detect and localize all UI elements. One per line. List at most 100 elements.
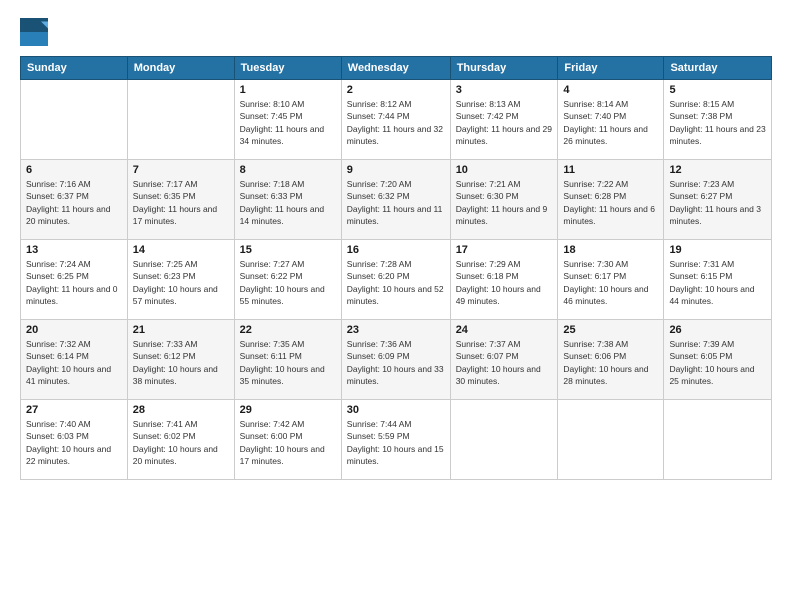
weekday-header-saturday: Saturday [664, 57, 772, 80]
day-cell-5: 5Sunrise: 8:15 AM Sunset: 7:38 PM Daylig… [664, 80, 772, 160]
day-number: 14 [133, 244, 229, 256]
day-cell-22: 22Sunrise: 7:35 AM Sunset: 6:11 PM Dayli… [234, 320, 341, 400]
day-cell-11: 11 Sunrise: 7:22 AM Sunset: 6:28 PM Dayli… [558, 160, 664, 240]
day-info: Sunrise: 8:13 AM Sunset: 7:42 PM Dayligh… [456, 98, 553, 147]
day-number: 27 [26, 404, 122, 416]
empty-cell [21, 80, 128, 160]
day-number: 20 [26, 324, 122, 336]
day-info: Sunrise: 7:42 AM Sunset: 6:00 PM Dayligh… [240, 418, 336, 467]
week-row-5: 27 Sunrise: 7:40 AM Sunset: 6:03 PM Dayli… [21, 400, 772, 480]
day-cell-25: 25 Sunrise: 7:38 AM Sunset: 6:06 PM Dayli… [558, 320, 664, 400]
weekday-header-sunday: Sunday [21, 57, 128, 80]
day-number: 16 [347, 244, 445, 256]
weekday-header-friday: Friday [558, 57, 664, 80]
day-number: 17 [456, 244, 553, 256]
day-cell-15: 15 Sunrise: 7:27 AM Sunset: 6:22 PM Dayli… [234, 240, 341, 320]
day-cell-18: 18 Sunrise: 7:30 AM Sunset: 6:17 PM Dayli… [558, 240, 664, 320]
day-cell-29: 29 Sunrise: 7:42 AM Sunset: 6:00 PM Dayli… [234, 400, 341, 480]
logo-icon [20, 18, 48, 46]
day-info: Sunrise: 7:17 AM Sunset: 6:35 PM Dayligh… [133, 178, 229, 227]
day-info: Sunrise: 7:24 AM Sunset: 6:25 PM Dayligh… [26, 258, 122, 307]
day-number: 13 [26, 244, 122, 256]
day-info: Sunrise: 7:21 AM Sunset: 6:30 PM Dayligh… [456, 178, 553, 227]
day-number: 3 [456, 84, 553, 96]
day-cell-13: 13 Sunrise: 7:24 AM Sunset: 6:25 PM Dayli… [21, 240, 128, 320]
day-info: Sunrise: 7:33 AM Sunset: 6:12 PM Dayligh… [133, 338, 229, 387]
day-number: 26 [669, 324, 766, 336]
weekday-header-wednesday: Wednesday [341, 57, 450, 80]
day-info: Sunrise: 7:22 AM Sunset: 6:28 PM Dayligh… [563, 178, 658, 227]
day-info: Sunrise: 7:28 AM Sunset: 6:20 PM Dayligh… [347, 258, 445, 307]
calendar-page: SundayMondayTuesdayWednesdayThursdayFrid… [0, 0, 792, 612]
day-number: 19 [669, 244, 766, 256]
day-info: Sunrise: 7:39 AM Sunset: 6:05 PM Dayligh… [669, 338, 766, 387]
day-cell-10: 10 Sunrise: 7:21 AM Sunset: 6:30 PM Dayli… [450, 160, 558, 240]
day-cell-28: 28 Sunrise: 7:41 AM Sunset: 6:02 PM Dayli… [127, 400, 234, 480]
day-cell-8: 8Sunrise: 7:18 AM Sunset: 6:33 PM Daylig… [234, 160, 341, 240]
day-cell-26: 26 Sunrise: 7:39 AM Sunset: 6:05 PM Dayli… [664, 320, 772, 400]
day-number: 21 [133, 324, 229, 336]
day-cell-6: 6 Sunrise: 7:16 AM Sunset: 6:37 PM Daylig… [21, 160, 128, 240]
day-number: 1 [240, 84, 336, 96]
day-cell-17: 17 Sunrise: 7:29 AM Sunset: 6:18 PM Dayli… [450, 240, 558, 320]
day-number: 11 [563, 164, 658, 176]
day-number: 6 [26, 164, 122, 176]
day-info: Sunrise: 7:32 AM Sunset: 6:14 PM Dayligh… [26, 338, 122, 387]
empty-cell [664, 400, 772, 480]
day-info: Sunrise: 8:15 AM Sunset: 7:38 PM Dayligh… [669, 98, 766, 147]
day-info: Sunrise: 7:40 AM Sunset: 6:03 PM Dayligh… [26, 418, 122, 467]
header [20, 18, 772, 46]
day-cell-9: 9Sunrise: 7:20 AM Sunset: 6:32 PM Daylig… [341, 160, 450, 240]
day-cell-19: 19 Sunrise: 7:31 AM Sunset: 6:15 PM Dayli… [664, 240, 772, 320]
day-number: 15 [240, 244, 336, 256]
day-cell-2: 2Sunrise: 8:12 AM Sunset: 7:44 PM Daylig… [341, 80, 450, 160]
day-info: Sunrise: 7:38 AM Sunset: 6:06 PM Dayligh… [563, 338, 658, 387]
day-cell-20: 20 Sunrise: 7:32 AM Sunset: 6:14 PM Dayli… [21, 320, 128, 400]
day-cell-4: 4 Sunrise: 8:14 AM Sunset: 7:40 PM Daylig… [558, 80, 664, 160]
weekday-header-tuesday: Tuesday [234, 57, 341, 80]
day-number: 10 [456, 164, 553, 176]
day-number: 29 [240, 404, 336, 416]
empty-cell [127, 80, 234, 160]
weekday-header-thursday: Thursday [450, 57, 558, 80]
day-number: 7 [133, 164, 229, 176]
day-cell-30: 30Sunrise: 7:44 AM Sunset: 5:59 PM Dayli… [341, 400, 450, 480]
day-info: Sunrise: 7:29 AM Sunset: 6:18 PM Dayligh… [456, 258, 553, 307]
week-row-1: 1Sunrise: 8:10 AM Sunset: 7:45 PM Daylig… [21, 80, 772, 160]
day-cell-27: 27 Sunrise: 7:40 AM Sunset: 6:03 PM Dayli… [21, 400, 128, 480]
day-cell-3: 3 Sunrise: 8:13 AM Sunset: 7:42 PM Daylig… [450, 80, 558, 160]
logo [20, 18, 50, 46]
day-info: Sunrise: 7:44 AM Sunset: 5:59 PM Dayligh… [347, 418, 445, 467]
week-row-3: 13 Sunrise: 7:24 AM Sunset: 6:25 PM Dayli… [21, 240, 772, 320]
day-info: Sunrise: 7:36 AM Sunset: 6:09 PM Dayligh… [347, 338, 445, 387]
day-info: Sunrise: 7:23 AM Sunset: 6:27 PM Dayligh… [669, 178, 766, 227]
day-number: 9 [347, 164, 445, 176]
day-cell-24: 24Sunrise: 7:37 AM Sunset: 6:07 PM Dayli… [450, 320, 558, 400]
day-info: Sunrise: 7:31 AM Sunset: 6:15 PM Dayligh… [669, 258, 766, 307]
day-number: 28 [133, 404, 229, 416]
day-cell-12: 12Sunrise: 7:23 AM Sunset: 6:27 PM Dayli… [664, 160, 772, 240]
empty-cell [450, 400, 558, 480]
day-info: Sunrise: 8:12 AM Sunset: 7:44 PM Dayligh… [347, 98, 445, 147]
day-info: Sunrise: 7:25 AM Sunset: 6:23 PM Dayligh… [133, 258, 229, 307]
day-cell-23: 23Sunrise: 7:36 AM Sunset: 6:09 PM Dayli… [341, 320, 450, 400]
day-info: Sunrise: 7:37 AM Sunset: 6:07 PM Dayligh… [456, 338, 553, 387]
empty-cell [558, 400, 664, 480]
weekday-header-row: SundayMondayTuesdayWednesdayThursdayFrid… [21, 57, 772, 80]
day-info: Sunrise: 7:27 AM Sunset: 6:22 PM Dayligh… [240, 258, 336, 307]
day-cell-1: 1Sunrise: 8:10 AM Sunset: 7:45 PM Daylig… [234, 80, 341, 160]
day-cell-21: 21 Sunrise: 7:33 AM Sunset: 6:12 PM Dayli… [127, 320, 234, 400]
day-info: Sunrise: 8:14 AM Sunset: 7:40 PM Dayligh… [563, 98, 658, 147]
calendar-header: SundayMondayTuesdayWednesdayThursdayFrid… [21, 57, 772, 80]
day-number: 18 [563, 244, 658, 256]
day-cell-16: 16 Sunrise: 7:28 AM Sunset: 6:20 PM Dayli… [341, 240, 450, 320]
day-info: Sunrise: 7:35 AM Sunset: 6:11 PM Dayligh… [240, 338, 336, 387]
day-info: Sunrise: 7:41 AM Sunset: 6:02 PM Dayligh… [133, 418, 229, 467]
calendar-body: 1Sunrise: 8:10 AM Sunset: 7:45 PM Daylig… [21, 80, 772, 480]
day-number: 8 [240, 164, 336, 176]
day-info: Sunrise: 7:30 AM Sunset: 6:17 PM Dayligh… [563, 258, 658, 307]
day-cell-14: 14 Sunrise: 7:25 AM Sunset: 6:23 PM Dayli… [127, 240, 234, 320]
day-info: Sunrise: 7:16 AM Sunset: 6:37 PM Dayligh… [26, 178, 122, 227]
day-number: 4 [563, 84, 658, 96]
day-number: 25 [563, 324, 658, 336]
